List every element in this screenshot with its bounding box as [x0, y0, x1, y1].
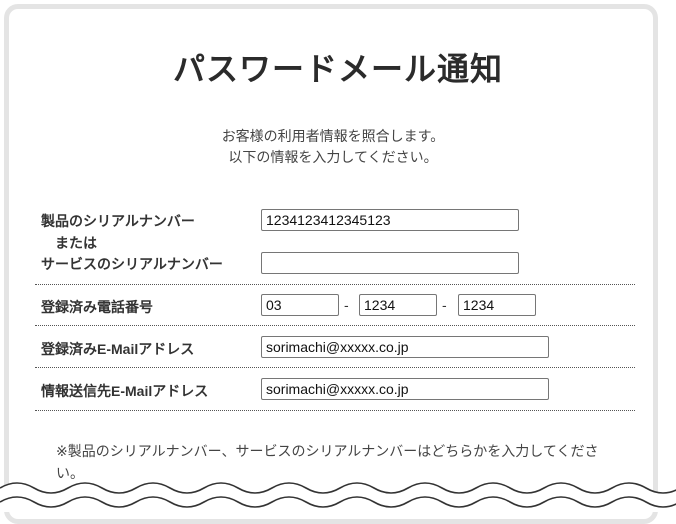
divider: [35, 410, 635, 411]
send-email-label: 情報送信先E-Mailアドレス: [41, 383, 209, 399]
registered-email-label: 登録済みE-Mailアドレス: [41, 341, 195, 357]
page-title: パスワードメール通知: [172, 50, 503, 88]
phone-part3-input[interactable]: [458, 294, 536, 316]
registered-email-input[interactable]: [261, 336, 549, 358]
divider: [35, 367, 635, 368]
divider: [35, 325, 635, 326]
phone-part2-input[interactable]: [359, 294, 437, 316]
phone-label: 登録済み電話番号: [41, 299, 153, 315]
send-email-input[interactable]: [261, 378, 549, 400]
service-serial-label: サービスのシリアルナンバー: [41, 256, 223, 272]
divider: [35, 284, 635, 285]
wavy-edge: [0, 482, 676, 512]
service-serial-input[interactable]: [261, 252, 519, 274]
intro-line-2: 以下の情報を入力してください。: [228, 149, 438, 165]
intro-text: お客様の利用者情報を照合します。 以下の情報を入力してください。: [0, 126, 666, 168]
intro-line-1: お客様の利用者情報を照合します。: [221, 128, 445, 144]
or-label: または: [55, 235, 97, 251]
serial-label: 製品のシリアルナンバー: [41, 213, 195, 229]
phone-dash-1: -: [344, 297, 349, 313]
phone-dash-2: -: [442, 297, 447, 313]
phone-part1-input[interactable]: [261, 294, 339, 316]
serial-input[interactable]: [261, 209, 519, 231]
